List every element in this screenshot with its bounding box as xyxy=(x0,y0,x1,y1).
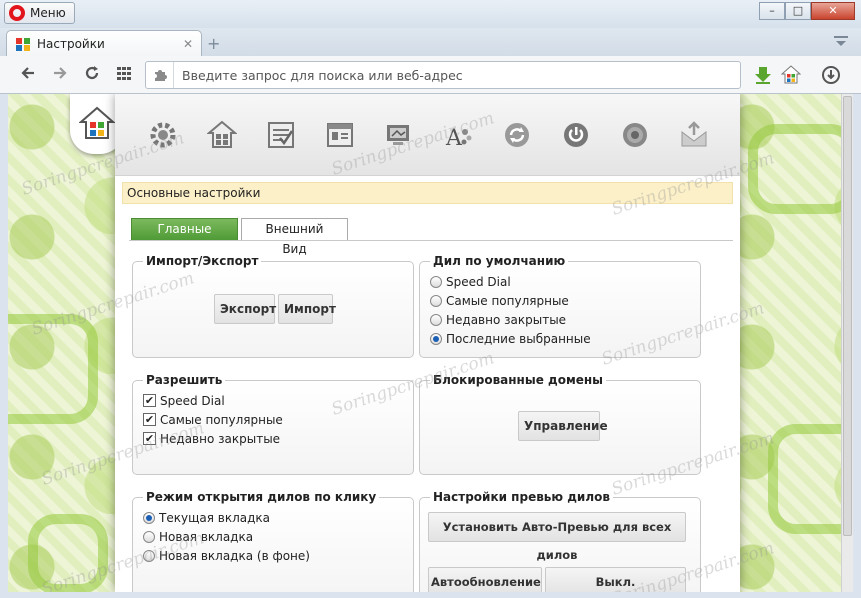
reload-icon[interactable] xyxy=(84,65,100,85)
allow-group: Разрешить ✔ Speed Dial ✔ Самые популярные … xyxy=(132,373,414,475)
title-bar: Меню – □ ✕ xyxy=(0,0,861,28)
settings-icon-toolbar: A xyxy=(115,94,740,176)
allow-option[interactable]: ✔ Самые популярные xyxy=(143,410,403,429)
address-bar xyxy=(0,56,861,94)
autoupdate-button[interactable]: Автообновление xyxy=(428,567,542,592)
radio-button[interactable] xyxy=(143,530,155,543)
checkbox[interactable]: ✔ xyxy=(143,413,156,426)
gear-icon[interactable] xyxy=(133,115,192,155)
url-field-container xyxy=(145,61,741,89)
tab-main[interactable]: Главные xyxy=(131,218,238,240)
open-mode-group: Режим открытия дилов по клику Текущая вк… xyxy=(132,490,414,592)
sync-icon[interactable] xyxy=(487,115,546,155)
tab-divider xyxy=(129,240,733,241)
download-arrow-icon[interactable] xyxy=(752,64,774,86)
background-decoration xyxy=(8,314,98,424)
opera-update-icon[interactable] xyxy=(820,64,842,86)
option-label: Текущая вкладка xyxy=(159,510,270,525)
import-export-legend: Импорт/Экспорт xyxy=(146,254,259,268)
settings-panel: A Основные настройки Главные Внешний Вид… xyxy=(115,94,740,592)
default-dial-option[interactable]: Недавно закрытые xyxy=(430,310,690,329)
radio-button[interactable] xyxy=(430,275,442,288)
opera-logo-icon xyxy=(9,5,25,21)
preview-settings-legend: Настройки превью дилов xyxy=(433,490,610,504)
import-export-group: Импорт/Экспорт Экспорт Импорт xyxy=(132,254,414,358)
checkbox[interactable]: ✔ xyxy=(143,394,156,407)
preview-settings-group: Настройки превью дилов Установить Авто-П… xyxy=(419,490,701,592)
manage-button[interactable]: Управление xyxy=(518,411,608,441)
allow-option[interactable]: ✔ Недавно закрытые xyxy=(143,429,403,448)
export-button[interactable]: Экспорт xyxy=(214,294,276,324)
option-label: Недавно закрытые xyxy=(160,431,281,446)
option-label: Недавно закрытые xyxy=(446,312,567,327)
svg-text:A: A xyxy=(445,126,463,150)
import-window-icon[interactable] xyxy=(310,115,369,155)
checkbox[interactable]: ✔ xyxy=(143,432,156,445)
opera-menu-button[interactable]: Меню xyxy=(4,2,75,24)
option-label: Новая вкладка (в фоне) xyxy=(159,548,310,563)
radio-button[interactable] xyxy=(430,332,442,345)
screenshot-preview-icon[interactable] xyxy=(369,115,428,155)
tab-appearance[interactable]: Внешний Вид xyxy=(241,218,348,256)
settings-tabs: Главные Внешний Вид xyxy=(131,218,740,256)
tab-bar: Настройки ✕ + xyxy=(0,28,861,56)
default-dial-option[interactable]: Последние выбранные xyxy=(430,329,690,348)
radio-button[interactable] xyxy=(430,294,442,307)
mail-upload-icon[interactable] xyxy=(664,115,723,155)
section-title: Основные настройки xyxy=(122,182,733,204)
default-dial-option[interactable]: Самые популярные xyxy=(430,291,690,310)
back-icon[interactable] xyxy=(20,65,36,85)
radio-button[interactable] xyxy=(143,511,155,524)
background-decoration xyxy=(748,124,853,214)
default-dial-legend: Дил по умолчанию xyxy=(433,254,566,268)
vertical-scrollbar[interactable] xyxy=(841,94,853,592)
radio-button[interactable] xyxy=(143,549,155,562)
tab-close-icon[interactable]: ✕ xyxy=(183,37,193,51)
blocked-domains-group: Блокированные домены Управление xyxy=(419,373,701,475)
home-grid-icon xyxy=(79,106,115,139)
tab-menu-icon[interactable] xyxy=(833,34,849,52)
default-dial-option[interactable]: Speed Dial xyxy=(430,272,690,291)
tab-settings[interactable]: Настройки ✕ xyxy=(6,30,202,56)
allow-legend: Разрешить xyxy=(146,373,223,387)
open-mode-option[interactable]: Новая вкладка xyxy=(143,527,403,546)
power-icon[interactable] xyxy=(546,115,605,155)
option-label: Новая вкладка xyxy=(159,529,254,544)
option-label: Speed Dial xyxy=(446,274,511,289)
new-tab-button[interactable]: + xyxy=(207,34,220,53)
auto-preview-button[interactable]: Установить Авто-Превью для всех дилов xyxy=(428,512,686,562)
forward-icon[interactable] xyxy=(52,65,68,85)
scrollbar-thumb[interactable] xyxy=(843,96,852,536)
font-appearance-icon[interactable]: A xyxy=(428,115,487,155)
open-mode-option[interactable]: Новая вкладка (в фоне) xyxy=(143,546,403,565)
blocked-domains-legend: Блокированные домены xyxy=(433,373,604,387)
minimize-button[interactable]: – xyxy=(759,2,785,20)
autoupdate-off-button[interactable]: Выкл. Автообновлен. xyxy=(545,567,686,592)
speed-dial-icon[interactable] xyxy=(116,65,132,85)
home-extension-icon[interactable] xyxy=(780,64,802,86)
close-window-button[interactable]: ✕ xyxy=(811,2,855,20)
option-label: Самые популярные xyxy=(160,412,283,427)
page-viewport: A Основные настройки Главные Внешний Вид… xyxy=(8,94,853,592)
allow-option[interactable]: ✔ Speed Dial xyxy=(143,391,403,410)
maximize-button[interactable]: □ xyxy=(785,2,811,20)
checklist-icon[interactable] xyxy=(251,115,310,155)
radio-button[interactable] xyxy=(430,313,442,326)
option-label: Последние выбранные xyxy=(446,331,591,346)
home-dial-icon[interactable] xyxy=(192,115,251,155)
menu-label: Меню xyxy=(30,6,66,20)
extension-puzzle-icon[interactable] xyxy=(146,62,174,88)
option-label: Speed Dial xyxy=(160,393,225,408)
open-mode-option[interactable]: Текущая вкладка xyxy=(143,508,403,527)
default-dial-group: Дил по умолчанию Speed Dial Самые популя… xyxy=(419,254,701,358)
window-controls: – □ ✕ xyxy=(759,2,855,20)
import-button[interactable]: Импорт xyxy=(278,294,336,324)
option-label: Самые популярные xyxy=(446,293,569,308)
open-mode-legend: Режим открытия дилов по клику xyxy=(146,490,377,504)
home-grid-icon xyxy=(16,37,30,51)
aperture-icon[interactable] xyxy=(605,115,664,155)
address-input[interactable] xyxy=(174,63,740,87)
background-decoration xyxy=(28,514,108,592)
tab-title: Настройки xyxy=(37,36,105,51)
